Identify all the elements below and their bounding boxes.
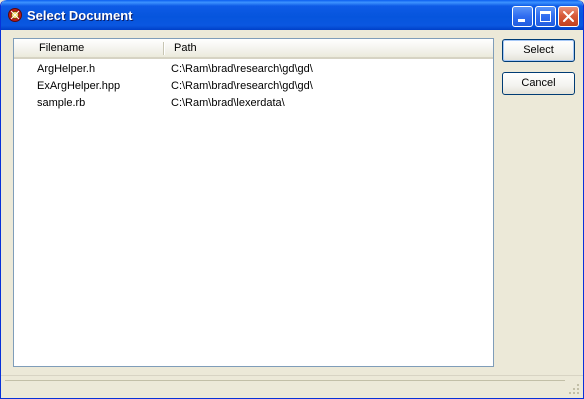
window-title: Select Document — [27, 8, 133, 23]
list-item-path: C:\Ram\brad\lexerdata\ — [171, 97, 285, 109]
app-ruby-icon — [7, 7, 23, 23]
list-item-filename: sample.rb — [37, 97, 86, 109]
status-pane — [5, 380, 565, 396]
close-button[interactable] — [558, 6, 579, 27]
minimize-button[interactable] — [512, 6, 533, 27]
title-bar[interactable]: Select Document — [1, 0, 583, 30]
cancel-button[interactable]: Cancel — [502, 72, 575, 95]
list-item-path: C:\Ram\brad\research\gd\gd\ — [171, 63, 313, 75]
list-item[interactable]: ExArgHelper.hpp C:\Ram\brad\research\gd\… — [14, 78, 493, 95]
column-header-path[interactable]: Path — [164, 39, 493, 57]
status-bar — [1, 375, 583, 398]
select-button[interactable]: Select — [502, 39, 575, 62]
list-item-path: C:\Ram\brad\research\gd\gd\ — [171, 80, 313, 92]
list-item[interactable]: ArgHelper.h C:\Ram\brad\research\gd\gd\ — [14, 61, 493, 78]
close-icon — [563, 11, 574, 22]
list-item[interactable]: sample.rb C:\Ram\brad\lexerdata\ — [14, 95, 493, 112]
resize-grip-icon[interactable] — [568, 383, 580, 395]
maximize-button[interactable] — [535, 6, 556, 27]
list-header: Filename Path — [14, 39, 493, 59]
select-document-window: Select Document Filename Path ArgHelper.… — [0, 0, 584, 399]
list-item-filename: ExArgHelper.hpp — [37, 80, 121, 92]
column-header-filename[interactable]: Filename — [14, 39, 164, 57]
minimize-icon — [518, 19, 525, 22]
document-list[interactable]: Filename Path ArgHelper.h C:\Ram\brad\re… — [13, 38, 494, 367]
maximize-icon — [540, 11, 551, 22]
list-item-filename: ArgHelper.h — [37, 63, 96, 75]
